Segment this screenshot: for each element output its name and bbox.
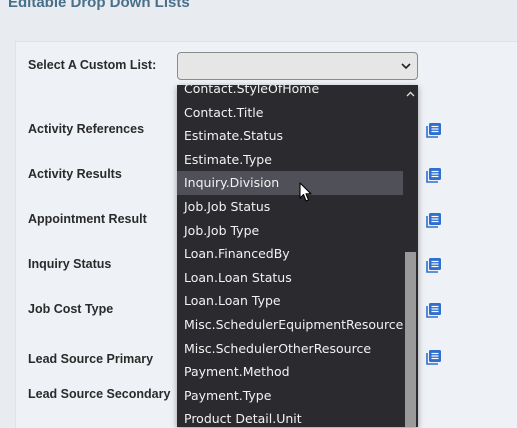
dropdown-option[interactable]: Payment.Type — [177, 384, 403, 408]
dropdown-option[interactable]: Product Detail.Unit — [177, 407, 403, 427]
dropdown-option[interactable]: Payment.Method — [177, 360, 403, 384]
row-label-appointment-result: Appointment Result — [28, 212, 147, 226]
dropdown-option[interactable]: Job.Job Status — [177, 195, 403, 219]
edit-list-icon[interactable] — [426, 212, 442, 228]
edit-list-icon[interactable] — [426, 257, 442, 273]
edit-list-icon[interactable] — [426, 122, 442, 138]
scroll-up-icon[interactable] — [406, 91, 415, 97]
edit-list-icon[interactable] — [426, 302, 442, 318]
dropdown-option[interactable]: Misc.SchedulerOtherResource — [177, 337, 403, 361]
custom-list-label: Select A Custom List: — [28, 58, 157, 72]
row-label-activity-results: Activity Results — [28, 167, 122, 181]
dropdown-option[interactable]: Contact.StyleOfHome — [177, 85, 403, 101]
chevron-down-icon — [401, 63, 411, 70]
row-label-lead-source-secondary: Lead Source Secondary — [28, 387, 171, 401]
edit-list-icon[interactable] — [426, 167, 442, 183]
edit-list-icon[interactable] — [426, 349, 442, 365]
dropdown-option[interactable]: Loan.Loan Type — [177, 289, 403, 313]
page-title: Editable Drop Down Lists — [8, 0, 190, 11]
scrollbar-thumb[interactable] — [405, 252, 416, 427]
custom-list-select[interactable] — [177, 52, 418, 80]
dropdown-option[interactable]: Estimate.Status — [177, 124, 403, 148]
page-header: Editable Drop Down Lists — [0, 0, 517, 20]
dropdown-option[interactable]: Estimate.Type — [177, 148, 403, 172]
dropdown-option[interactable]: Contact.Title — [177, 101, 403, 125]
mouse-pointer-icon — [299, 182, 312, 202]
row-label-inquiry-status: Inquiry Status — [28, 257, 112, 271]
dropdown-scrollbar[interactable] — [403, 85, 418, 427]
dropdown-option[interactable]: Loan.FinancedBy — [177, 242, 403, 266]
row-label-activity-references: Activity References — [28, 122, 145, 136]
dropdown-option[interactable]: Loan.Loan Status — [177, 266, 403, 290]
custom-list-dropdown[interactable]: Contact.StyleOfHome Contact.Title Estima… — [177, 85, 418, 427]
dropdown-list: Contact.StyleOfHome Contact.Title Estima… — [177, 85, 403, 427]
dropdown-option[interactable]: Misc.SchedulerEquipmentResource — [177, 313, 403, 337]
dropdown-option-hovered[interactable]: Inquiry.Division — [177, 171, 403, 195]
dropdown-option[interactable]: Job.Job Type — [177, 219, 403, 243]
row-label-lead-source-primary: Lead Source Primary — [28, 352, 154, 366]
row-label-job-cost-type: Job Cost Type — [28, 302, 114, 316]
